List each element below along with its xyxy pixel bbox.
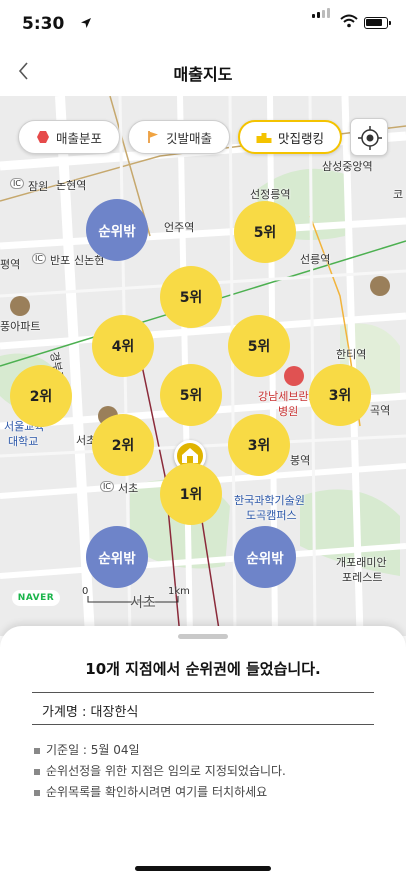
map-view[interactable]: 잠원 논현역 언주역 선정릉역 삼성중앙역 선릉역 평역 반포 신논현 풍아파트… [0,96,406,636]
podium-icon [256,133,272,143]
battery-icon [364,17,391,29]
map-label-pyeongyeok: 평역 [0,258,21,271]
hospital-icon [284,366,304,386]
rank-marker[interactable]: 2위 [92,414,154,476]
page-title: 매출지도 [173,65,233,84]
rank-marker[interactable]: 순위밖 [86,526,148,588]
hexagon-icon [36,131,49,143]
rank-marker[interactable]: 5위 [160,364,222,426]
map-label-nonhyeon: 논현역 [56,179,87,192]
rank-marker[interactable]: 순위밖 [86,199,148,261]
ic-badge: IC [100,481,114,492]
rank-marker[interactable]: 3위 [228,414,290,476]
map-label-seoul-edu-2: 대학교 [8,435,39,448]
store-row: 가계명 : 대장한식 [32,692,374,725]
rank-marker[interactable]: 5위 [234,201,296,263]
sheet-title: 10개 지점에서 순위권에 들었습니다. [85,660,321,678]
map-label-ko: 코 [393,188,404,201]
home-indicator [135,866,271,871]
rank-marker[interactable]: 2위 [10,365,72,427]
filter-restaurant-ranking[interactable]: 맛집랭킹 [238,120,342,154]
flag-icon [148,131,158,143]
wifi-icon [340,14,358,28]
header: 매출지도 [0,48,406,96]
rank-marker[interactable]: 5위 [228,315,290,377]
rank-marker[interactable]: 3위 [309,364,371,426]
map-label-hanti: 한티역 [336,348,367,361]
map-label-seonjeongneung: 선정릉역 [250,188,291,201]
map-label-apartment: 풍아파트 [0,320,41,333]
map-label-banpo: 반포 [50,254,71,267]
map-label-dogok-station: 곡역 [370,404,391,417]
ic-badge: IC [10,178,24,189]
map-label-eonju: 언주역 [164,221,195,234]
map-label-maebong: 봉역 [290,454,311,467]
note-view-ranking[interactable]: 순위목록를 확인하시려면 여기를 터치하세요 [34,782,384,803]
store-name: 가계명 : 대장한식 [42,705,139,720]
filter-label: 깃발매출 [165,130,212,146]
sheet-handle[interactable] [178,634,228,639]
scale-end: 1km [168,586,190,597]
map-label-gaepo-2: 포레스트 [342,571,383,584]
note-selection: 순위선정을 위한 지점은 임의로 지정되었습니다. [34,761,384,782]
map-label-hospital: 병원 [278,405,299,418]
rank-marker[interactable]: 순위밖 [234,526,296,588]
location-arrow-icon [81,18,91,28]
map-label-seolleung: 선릉역 [300,253,331,266]
map-label-gaepo-1: 개포래미안 [336,556,387,569]
map-label-kaist-2: 도곡캠퍼스 [246,509,297,522]
map-label-samseong-jungang: 삼성중앙역 [322,160,373,173]
status-time: 5:30 [22,14,65,34]
filter-label: 매출분포 [55,130,102,146]
map-label-ic-seocho: 서초 [118,482,139,495]
apartment-icon [10,296,30,316]
rank-marker[interactable]: 5위 [160,266,222,328]
note-base-date: 기준일 : 5월 04일 [34,740,384,761]
notes-list: 기준일 : 5월 04일 순위선정을 위한 지점은 임의로 지정되었습니다. 순… [34,740,384,803]
naver-logo: NAVER [12,590,60,606]
bottom-sheet[interactable]: 10개 지점에서 순위권에 들었습니다. 가계명 : 대장한식 기준일 : 5월… [0,626,406,880]
filter-flag-sales[interactable]: 깃발매출 [128,120,230,154]
map-label-jamwon: 잠원 [28,180,49,193]
scale-start: 0 [82,586,89,597]
building-icon [370,276,390,296]
ic-badge: IC [32,253,46,264]
filter-sales-distribution[interactable]: 매출분포 [18,120,120,154]
filter-label: 맛집랭킹 [277,130,324,146]
status-bar: 5:30 [0,0,406,48]
crosshair-icon [358,126,382,150]
map-label-seocho-scale: 서초 [130,595,156,611]
map-label-kaist-1: 한국과학기술원 [234,494,305,507]
current-location-button[interactable] [350,118,388,156]
rank-marker[interactable]: 4위 [92,315,154,377]
rank-marker[interactable]: 1위 [160,463,222,525]
